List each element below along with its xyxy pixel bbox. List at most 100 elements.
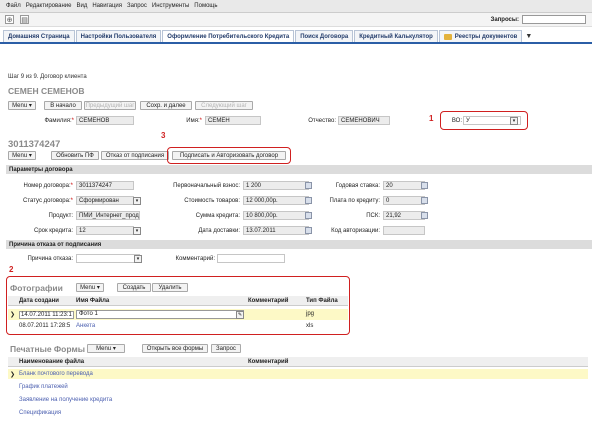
toolbar: ⊕ ▤ Запросы: [0, 13, 592, 27]
calculator-icon[interactable] [421, 212, 428, 219]
refuse-signing-button[interactable]: Отказ от подписания [101, 151, 169, 160]
goods-cost-field[interactable]: 12 000,00р. [243, 196, 309, 205]
refusal-reason-select[interactable] [76, 254, 140, 263]
print-forms-title: Печатные Формы [10, 344, 86, 354]
auth-code-field[interactable] [383, 226, 425, 235]
photo-name-cell[interactable]: Фото 1 [76, 310, 244, 319]
product-label: Продукт: [48, 213, 73, 219]
menu-help[interactable]: Помощь [194, 3, 217, 9]
photo-name-link[interactable]: Анкета [76, 323, 95, 329]
tab-user-settings-label: Настройки Пользователя [80, 33, 157, 40]
annotation-box-1 [440, 111, 528, 130]
photos-col-type[interactable]: Тип Файла [306, 298, 338, 304]
open-all-forms-button[interactable]: Открыть все формы [142, 344, 208, 353]
psk-field[interactable]: 21,92 [383, 211, 425, 220]
annotation-box-3 [167, 147, 291, 164]
credit-sum-label: Сумма кредита: [195, 213, 240, 219]
prev-step-button[interactable]: Предыдущий шаг [84, 101, 136, 110]
photo-type-cell: jpg [306, 311, 315, 317]
annotation-number-2: 2 [9, 265, 14, 274]
tab-document-registers-label: Реестры документов [454, 33, 518, 40]
tabs-overflow-chevron-icon[interactable]: ▼ [525, 30, 532, 42]
photos-delete-button[interactable]: Удалить [152, 283, 188, 292]
edit-icon[interactable]: ✎ [236, 310, 244, 319]
photo-date-cell[interactable]: 08.07.2011 17:28:5 [19, 323, 70, 329]
tab-user-settings[interactable]: Настройки Пользователя [75, 30, 162, 42]
down-payment-field[interactable]: 1 200 [243, 181, 309, 190]
photo-date-cell[interactable]: 14.07.2011 11:23:1 [19, 311, 74, 319]
print-form-link[interactable]: График платежей [19, 384, 68, 390]
patronymic-label: Отчество: [308, 118, 336, 124]
contract-number-label: Номер договора:* [23, 183, 73, 189]
annual-rate-label: Годовая ставка: [335, 183, 380, 189]
photos-menu-button[interactable]: Menu ▾ [76, 283, 104, 292]
query-search-input[interactable] [522, 15, 586, 24]
comment-label: Комментарий: [175, 256, 215, 262]
tab-consumer-credit[interactable]: Оформление Потребительского Кредита [162, 30, 295, 42]
folder-icon [443, 33, 452, 40]
contract-number-title: 3011374247 [8, 139, 61, 150]
name-field[interactable]: СЕМЕН [205, 116, 261, 125]
print-forms-menu-button[interactable]: Menu ▾ [87, 344, 125, 353]
annual-rate-field[interactable]: 20 [383, 181, 425, 190]
next-step-button[interactable]: Следующий шаг [195, 101, 253, 110]
tab-contract-search[interactable]: Поиск Договора [295, 30, 354, 42]
menu-file[interactable]: Файл [6, 3, 21, 9]
calculator-icon[interactable] [421, 197, 428, 204]
start-button[interactable]: В начало [44, 101, 82, 110]
menu-navigation[interactable]: Навигация [92, 3, 122, 9]
down-payment-label: Первоначальный взнос: [173, 183, 240, 189]
comment-field[interactable] [217, 254, 285, 263]
print-form-link[interactable]: Бланк почтового перевода [19, 371, 93, 377]
print-forms-menu-label: Menu [96, 345, 112, 352]
menu-tools[interactable]: Инструменты [152, 3, 189, 9]
save-next-button[interactable]: Сохр. и далее [140, 101, 192, 110]
delivery-date-label: Дата доставки: [198, 228, 240, 234]
calculator-icon[interactable] [421, 182, 428, 189]
client-menu-button[interactable]: Menu ▾ [8, 101, 36, 110]
row-pointer-icon: ❯ [10, 372, 16, 378]
photos-col-name[interactable]: Имя Файла [76, 298, 109, 304]
surname-label: Фамилия:* [44, 118, 75, 124]
print-form-link[interactable]: Заявление на получение кредита [19, 397, 112, 403]
print-forms-col-name[interactable]: Наименование файла [19, 359, 84, 365]
name-label: Имя:* [186, 118, 202, 124]
menu-bar: Файл Редактирование Вид Навигация Запрос… [0, 0, 592, 13]
contract-status-field[interactable]: Сформирован [76, 196, 134, 205]
menu-query[interactable]: Запрос [127, 3, 147, 9]
contract-number-field[interactable]: 3011374247 [76, 181, 134, 190]
print-forms-col-comment[interactable]: Комментарий [248, 359, 288, 365]
client-name-title: СЕМЕН СЕМЕНОВ [8, 86, 85, 96]
menu-edit[interactable]: Редактирование [26, 3, 72, 9]
photos-create-button[interactable]: Создать [117, 283, 151, 292]
contract-menu-button[interactable]: Menu ▾ [8, 151, 36, 160]
tab-home-label: Домашняя Страница [8, 33, 70, 40]
patronymic-field[interactable]: СЕМЕНОВИЧ [338, 116, 390, 125]
surname-field[interactable]: СЕМЕНОВ [76, 116, 134, 125]
psk-label: ПСК: [366, 213, 380, 219]
print-form-link[interactable]: Спецификация [19, 410, 61, 416]
photos-col-comment[interactable]: Комментарий [248, 298, 288, 304]
print-forms-query-button[interactable]: Запрос [211, 344, 241, 353]
product-field[interactable]: ПМИ_Интернет_проду [76, 211, 140, 220]
photos-col-date[interactable]: Дата создани [19, 298, 59, 304]
menu-view[interactable]: Вид [76, 3, 87, 9]
client-menu-label: Menu [12, 102, 28, 109]
refusal-dropdown-chevron-down-icon[interactable]: ▾ [134, 254, 142, 263]
print-icon[interactable]: ▤ [20, 15, 29, 24]
term-field[interactable]: 12 [76, 226, 134, 235]
tab-home[interactable]: Домашняя Страница [3, 30, 75, 42]
print-forms-grid-header [8, 357, 588, 367]
delivery-date-field[interactable]: 13.07.2011 [243, 226, 309, 235]
globe-icon[interactable]: ⊕ [5, 15, 14, 24]
photos-grid-header [8, 296, 348, 306]
tab-credit-calculator[interactable]: Кредитный Калькулятор [354, 30, 438, 42]
row-pointer-icon: ❯ [10, 312, 16, 318]
query-search-label: Запросы: [490, 16, 519, 23]
update-pf-button[interactable]: Обновить ПФ [51, 151, 99, 160]
photos-menu-label: Menu [80, 284, 96, 291]
credit-sum-field[interactable]: 10 800,00р. [243, 211, 309, 220]
tab-document-registers[interactable]: Реестры документов [438, 30, 523, 42]
credit-fee-field[interactable]: 0 [383, 196, 425, 205]
table-row[interactable] [8, 369, 588, 379]
